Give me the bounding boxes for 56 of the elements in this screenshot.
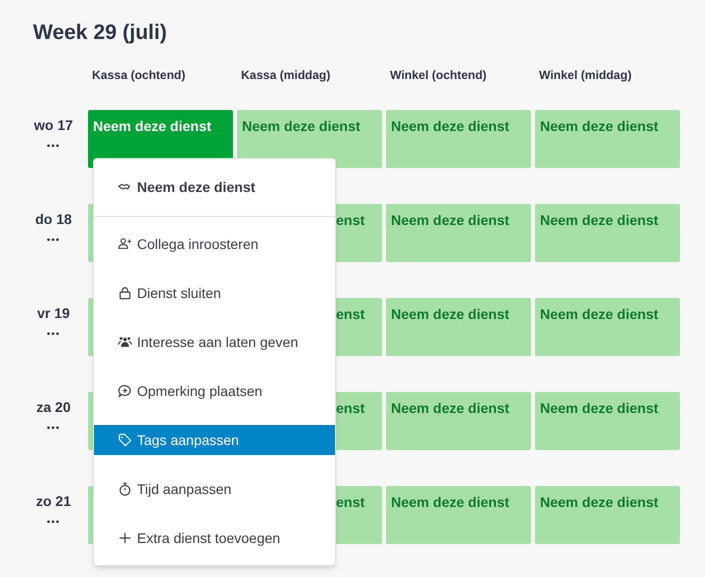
shift-cell[interactable]: Neem deze dienst <box>535 110 680 168</box>
stopwatch-icon <box>118 482 132 496</box>
day-label: wo 17 <box>34 116 73 135</box>
shift-label: Neem deze dienst <box>540 212 658 228</box>
shift-cell[interactable]: Neem deze dienst <box>386 110 531 168</box>
plus-icon <box>118 531 132 545</box>
menu-item[interactable]: Tijd aanpassen <box>94 474 335 504</box>
menu-item[interactable]: Opmerking plaatsen <box>94 376 335 406</box>
more-button[interactable]: ••• <box>46 518 60 528</box>
more-button[interactable]: ••• <box>46 236 60 246</box>
shift-label: Neem deze dienst <box>540 400 658 416</box>
comment-plus-icon <box>118 384 132 398</box>
day-label: za 20 <box>36 398 71 417</box>
menu-item[interactable]: Neem deze dienst <box>94 159 335 217</box>
shift-label: enst <box>336 494 365 510</box>
shift-cell[interactable]: Neem deze dienst <box>386 486 531 544</box>
menu-item[interactable]: Dienst sluiten <box>94 278 335 308</box>
shift-label: Neem deze dienst <box>242 118 360 134</box>
column-header: Kassa (middag) <box>241 68 330 82</box>
column-header: Winkel (ochtend) <box>390 68 487 82</box>
shift-label: enst <box>336 212 365 228</box>
shift-label: Neem deze dienst <box>391 306 510 322</box>
shift-label: Neem deze dienst <box>540 118 658 134</box>
more-button[interactable]: ••• <box>46 142 60 152</box>
shift-cell[interactable]: Neem deze dienst <box>535 392 680 450</box>
day-label: vr 19 <box>37 304 70 323</box>
more-button[interactable]: ••• <box>46 330 60 340</box>
lock-icon <box>118 286 132 300</box>
week-title: Week 29 (juli) <box>33 20 168 46</box>
day-label: do 18 <box>35 210 72 229</box>
shift-label: enst <box>336 400 365 416</box>
shift-label: Neem deze dienst <box>391 212 510 228</box>
shift-label: Neem deze dienst <box>540 494 658 510</box>
shift-cell[interactable]: Neem deze dienst <box>535 204 680 262</box>
shift-cell[interactable]: Neem deze dienst <box>386 204 531 262</box>
column-header: Kassa (ochtend) <box>92 68 186 82</box>
shift-label: Neem deze dienst <box>93 118 212 134</box>
shift-cell[interactable]: Neem deze dienst <box>386 298 531 356</box>
menu-item[interactable]: Collega inroosteren <box>94 229 335 259</box>
menu-item[interactable]: Interesse aan laten geven <box>94 327 335 357</box>
shift-cell[interactable]: Neem deze dienst <box>535 298 680 356</box>
day-label: zo 21 <box>36 492 71 511</box>
shift-cell[interactable]: Neem deze dienst <box>386 392 531 450</box>
shift-cell[interactable]: Neem deze dienst <box>535 486 680 544</box>
menu-item[interactable]: Tags aanpassen <box>94 425 335 455</box>
column-header: Winkel (middag) <box>539 68 632 82</box>
shift-label: Neem deze dienst <box>391 118 510 134</box>
menu-item[interactable]: Extra dienst toevoegen <box>94 523 335 553</box>
user-plus-icon <box>118 237 132 251</box>
shift-label: Neem deze dienst <box>391 494 510 510</box>
shift-label: Neem deze dienst <box>540 306 658 322</box>
group-icon <box>118 335 132 349</box>
shift-label: Neem deze dienst <box>391 400 510 416</box>
more-button[interactable]: ••• <box>46 424 60 434</box>
shift-label: enst <box>336 306 365 322</box>
tag-icon <box>118 433 132 447</box>
